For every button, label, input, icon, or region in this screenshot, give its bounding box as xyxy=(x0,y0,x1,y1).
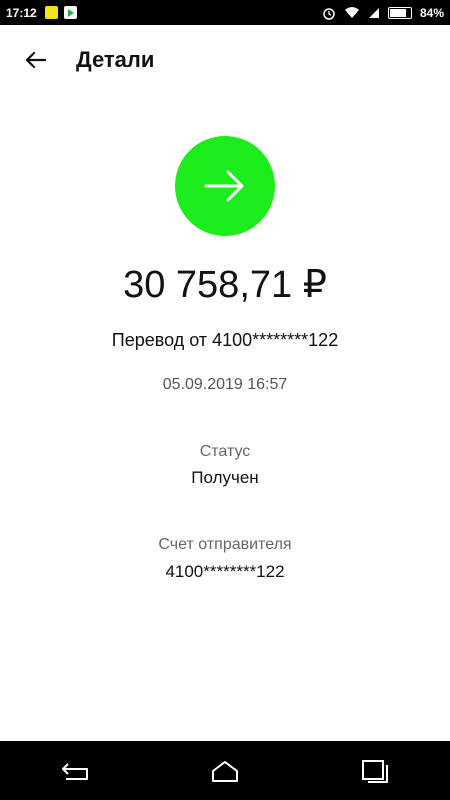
yellow-notification-icon xyxy=(44,6,58,19)
wifi-icon xyxy=(344,6,359,18)
arrow-right-icon xyxy=(204,170,244,202)
battery-percent: 84% xyxy=(419,5,444,20)
status-bar: 17:12 84% xyxy=(0,0,450,25)
navigation-bar xyxy=(0,741,450,800)
alarm-icon xyxy=(323,7,335,20)
signal-icon xyxy=(368,7,379,18)
status-right: 84% xyxy=(322,6,444,20)
sender-account-label: Счет отправителя xyxy=(158,536,292,553)
nav-home-button[interactable] xyxy=(195,746,255,796)
transaction-amount: 30 758,71 ₽ xyxy=(123,264,327,306)
transaction-datetime: 05.09.2019 16:57 xyxy=(162,376,288,393)
app-header: Детали xyxy=(0,25,450,95)
back-button[interactable] xyxy=(10,35,60,85)
arrow-left-icon xyxy=(25,51,46,69)
notification-icons xyxy=(44,6,77,19)
status-time: 17:12 xyxy=(6,5,37,20)
status-label: Статус xyxy=(199,443,251,460)
nav-recents-button[interactable] xyxy=(345,746,405,796)
sender-account-value: 4100********122 xyxy=(165,562,285,581)
recents-nav-icon xyxy=(362,759,388,783)
transaction-description: Перевод от 4100********122 xyxy=(111,330,339,350)
battery-icon xyxy=(387,6,412,19)
transfer-icon-circle xyxy=(175,136,275,236)
page-title: Детали xyxy=(76,47,155,72)
play-store-icon xyxy=(63,6,77,19)
home-nav-icon xyxy=(212,760,238,782)
status-value: Получен xyxy=(191,468,259,487)
nav-back-button[interactable] xyxy=(45,746,105,796)
back-nav-icon xyxy=(62,762,88,780)
